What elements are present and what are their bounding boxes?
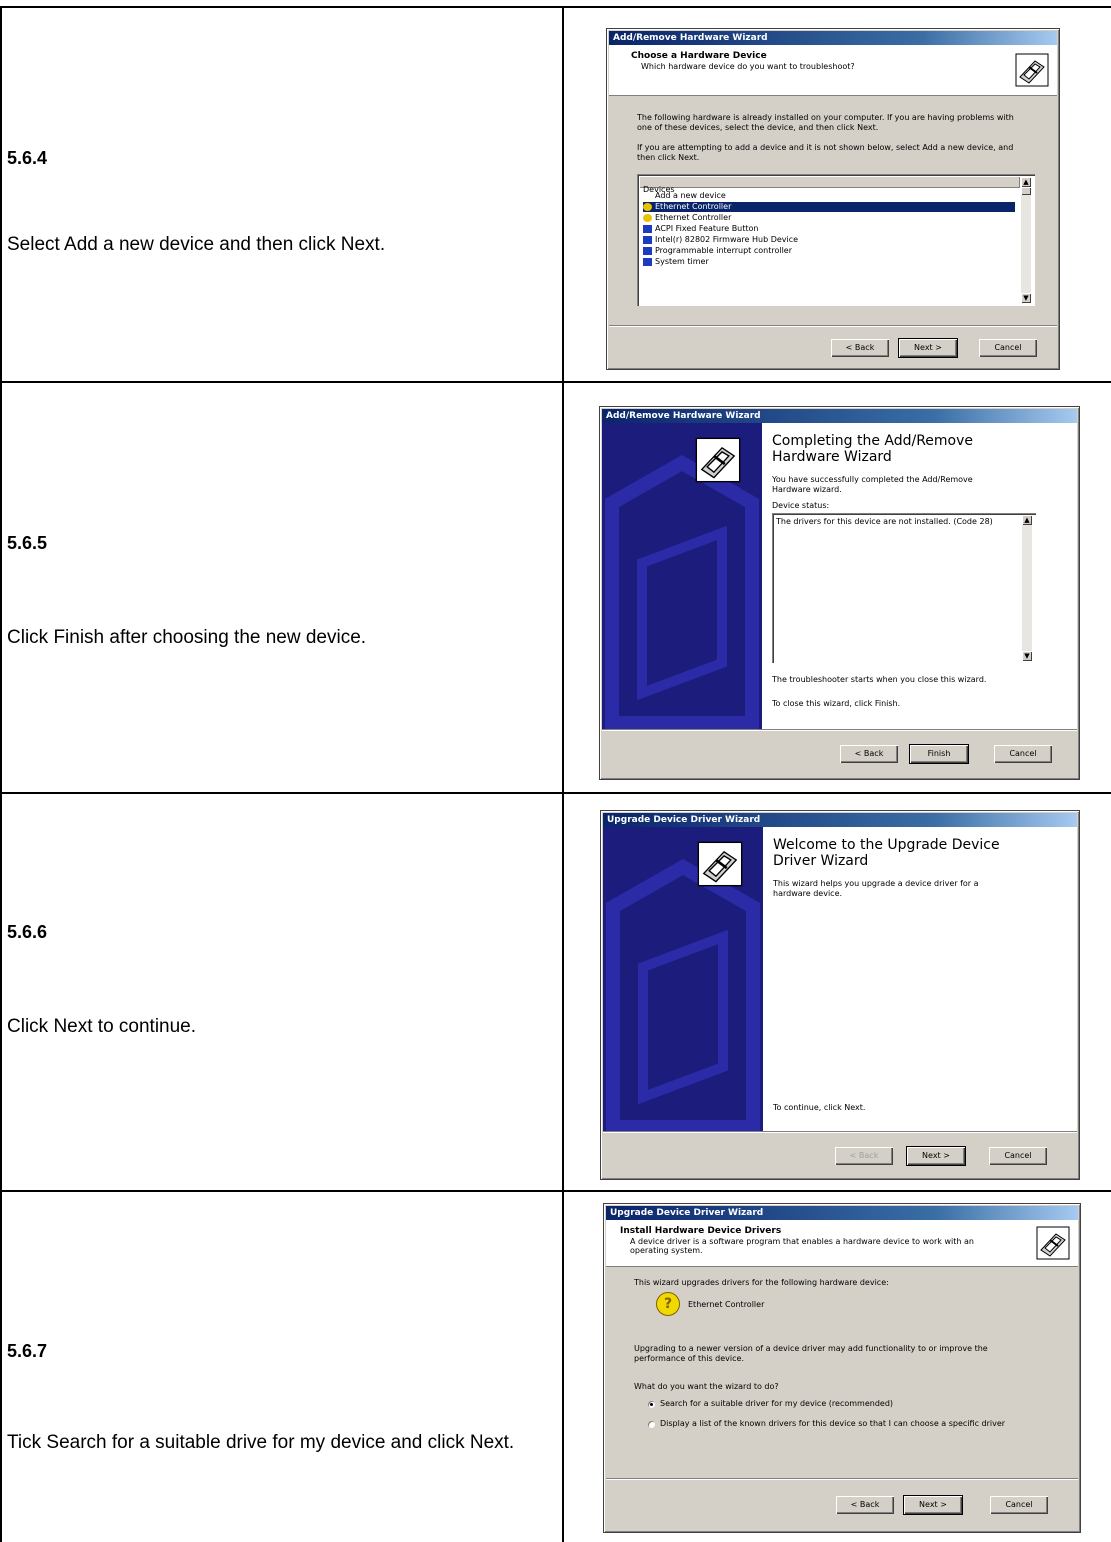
list-item-firmware-hub[interactable]: Intel(r) 82802 Firmware Hub Device [643,235,1015,245]
step-description: Tick Search for a suitable drive for my … [7,1432,515,1453]
wizard-header: Install Hardware Device Drivers A device… [606,1220,1078,1267]
dialog-title-bar: Upgrade Device Driver Wizard [603,813,1077,827]
wizard-header: Choose a Hardware Device Which hardware … [609,45,1057,96]
device-name: Ethernet Controller [688,1300,765,1309]
device-status-text: The drivers for this device are not inst… [776,517,993,526]
step-cell-5-6-5: 5.6.5 Click Finish after choosing the ne… [7,383,562,792]
button-separator [602,729,1077,731]
hardware-wizard-icon [1036,1226,1070,1260]
welcome-text: This wizard helps you upgrade a device d… [773,879,979,898]
wizard-big-title: Welcome to the Upgrade Device Driver Wiz… [773,837,1000,869]
search-driver-radio[interactable] [648,1401,655,1408]
next-button[interactable]: Next > [898,338,958,358]
upgrade-benefit-text: Upgrading to a newer version of a device… [634,1344,988,1363]
list-item-system-timer[interactable]: System timer [643,257,1015,267]
back-button[interactable]: < Back [836,1496,894,1514]
wizard-sidebar-graphic [602,423,762,730]
list-scrollbar[interactable]: ▲ ▼ [1021,177,1031,303]
cancel-button[interactable]: Cancel [990,1496,1048,1514]
system-device-icon [643,236,652,244]
scroll-thumb[interactable] [1021,187,1031,195]
instruction-table: 5.6.4 Select Add a new device and then c… [0,0,1111,1542]
device-status-box[interactable]: The drivers for this device are not inst… [772,513,1036,663]
hardware-wizard-icon [1015,53,1049,87]
step-cell-5-6-6: 5.6.6 Click Next to continue. [7,794,562,1190]
next-button[interactable]: Next > [903,1495,963,1515]
header-subtitle: A device driver is a software program th… [630,1237,974,1255]
step-description: Select Add a new device and then click N… [7,234,386,255]
intro-paragraph: The following hardware is already instal… [637,113,1014,132]
cancel-button[interactable]: Cancel [979,339,1037,357]
header-title: Install Hardware Device Drivers [620,1226,782,1236]
step-description: Click Next to continue. [7,1016,197,1037]
display-list-option[interactable]: Display a list of the known drivers for … [660,1419,1020,1429]
scroll-up-arrow-icon[interactable]: ▲ [1021,177,1031,187]
step-description: Click Finish after choosing the new devi… [7,627,367,648]
list-item-ethernet-controller[interactable]: Ethernet Controller [643,213,1015,223]
cancel-button[interactable]: Cancel [989,1147,1047,1165]
next-button[interactable]: Next > [906,1146,966,1166]
system-device-icon [643,225,652,233]
wizard-content-pane: Welcome to the Upgrade Device Driver Wiz… [763,827,1077,1131]
step-number: 5.6.6 [7,922,48,942]
screenshot-install-device-drivers: Upgrade Device Driver Wizard Install Har… [603,1203,1081,1533]
scroll-down-arrow-icon[interactable]: ▼ [1021,293,1031,303]
warning-device-icon [643,203,652,211]
system-device-icon [643,258,652,266]
dialog-title-bar: Add/Remove Hardware Wizard [602,409,1077,423]
list-item-interrupt-controller[interactable]: Programmable interrupt controller [643,246,1015,256]
dialog-title-bar: Upgrade Device Driver Wizard [606,1206,1078,1220]
upgrade-intro-text: This wizard upgrades drivers for the fol… [634,1278,889,1287]
table-rule-middle [562,6,564,1542]
back-button[interactable]: < Back [840,745,898,763]
hardware-wizard-icon [695,437,741,483]
screenshot-completing-wizard: Add/Remove Hardware Wizard Completing th… [599,406,1080,780]
table-rule-left [0,6,2,1542]
display-list-radio[interactable] [648,1421,655,1428]
close-instruction: To close this wizard, click Finish. [772,699,901,708]
instruction-paragraph: If you are attempting to add a device an… [637,143,1014,162]
list-item-ethernet-controller-selected[interactable]: Ethernet Controller [643,202,1015,212]
unknown-device-icon: ? [656,1292,680,1316]
step-cell-5-6-7: 5.6.7 Tick Search for a suitable drive f… [7,1192,562,1542]
search-driver-option[interactable]: Search for a suitable driver for my devi… [660,1399,1020,1409]
dialog-title-bar: Add/Remove Hardware Wizard [609,31,1057,45]
scroll-down-arrow-icon[interactable]: ▼ [1022,651,1032,661]
header-title: Choose a Hardware Device [631,51,767,61]
step-number: 5.6.5 [7,533,48,553]
wizard-question: What do you want the wizard to do? [634,1382,779,1391]
scroll-up-arrow-icon[interactable]: ▲ [1022,515,1032,525]
warning-device-icon [643,214,652,222]
hardware-wizard-icon [697,841,743,887]
list-header: Devices [640,177,1020,194]
screenshot-choose-hardware-device: Add/Remove Hardware Wizard Choose a Hard… [606,28,1060,370]
continue-instruction: To continue, click Next. [773,1103,866,1112]
devices-list[interactable]: Devices Add a new device Ethernet Contro… [637,174,1035,306]
step-number: 5.6.4 [7,148,48,168]
troubleshooter-note: The troubleshooter starts when you close… [772,675,987,684]
screenshot-welcome-upgrade-wizard: Upgrade Device Driver Wizard Welcome to … [600,810,1080,1180]
cancel-button[interactable]: Cancel [994,745,1052,763]
status-scrollbar[interactable]: ▲ ▼ [1022,515,1032,661]
header-subtitle: Which hardware device do you want to tro… [641,62,855,71]
button-separator [609,325,1057,327]
wizard-content-pane: Completing the Add/Remove Hardware Wizar… [762,423,1077,729]
wizard-sidebar-graphic [603,827,763,1134]
button-separator [606,1478,1078,1480]
wizard-big-title: Completing the Add/Remove Hardware Wizar… [772,433,974,465]
device-status-label: Device status: [772,501,830,510]
step-cell-5-6-4: 5.6.4 Select Add a new device and then c… [7,8,562,381]
list-item-acpi-button[interactable]: ACPI Fixed Feature Button [643,224,1015,234]
step-number: 5.6.7 [7,1341,48,1361]
back-button[interactable]: < Back [835,1147,893,1165]
list-item-add-new-device[interactable]: Add a new device [643,191,1015,201]
completion-text: You have successfully completed the Add/… [772,475,973,494]
finish-button[interactable]: Finish [909,744,969,764]
back-button[interactable]: < Back [831,339,889,357]
system-device-icon [643,247,652,255]
button-separator [603,1131,1077,1133]
